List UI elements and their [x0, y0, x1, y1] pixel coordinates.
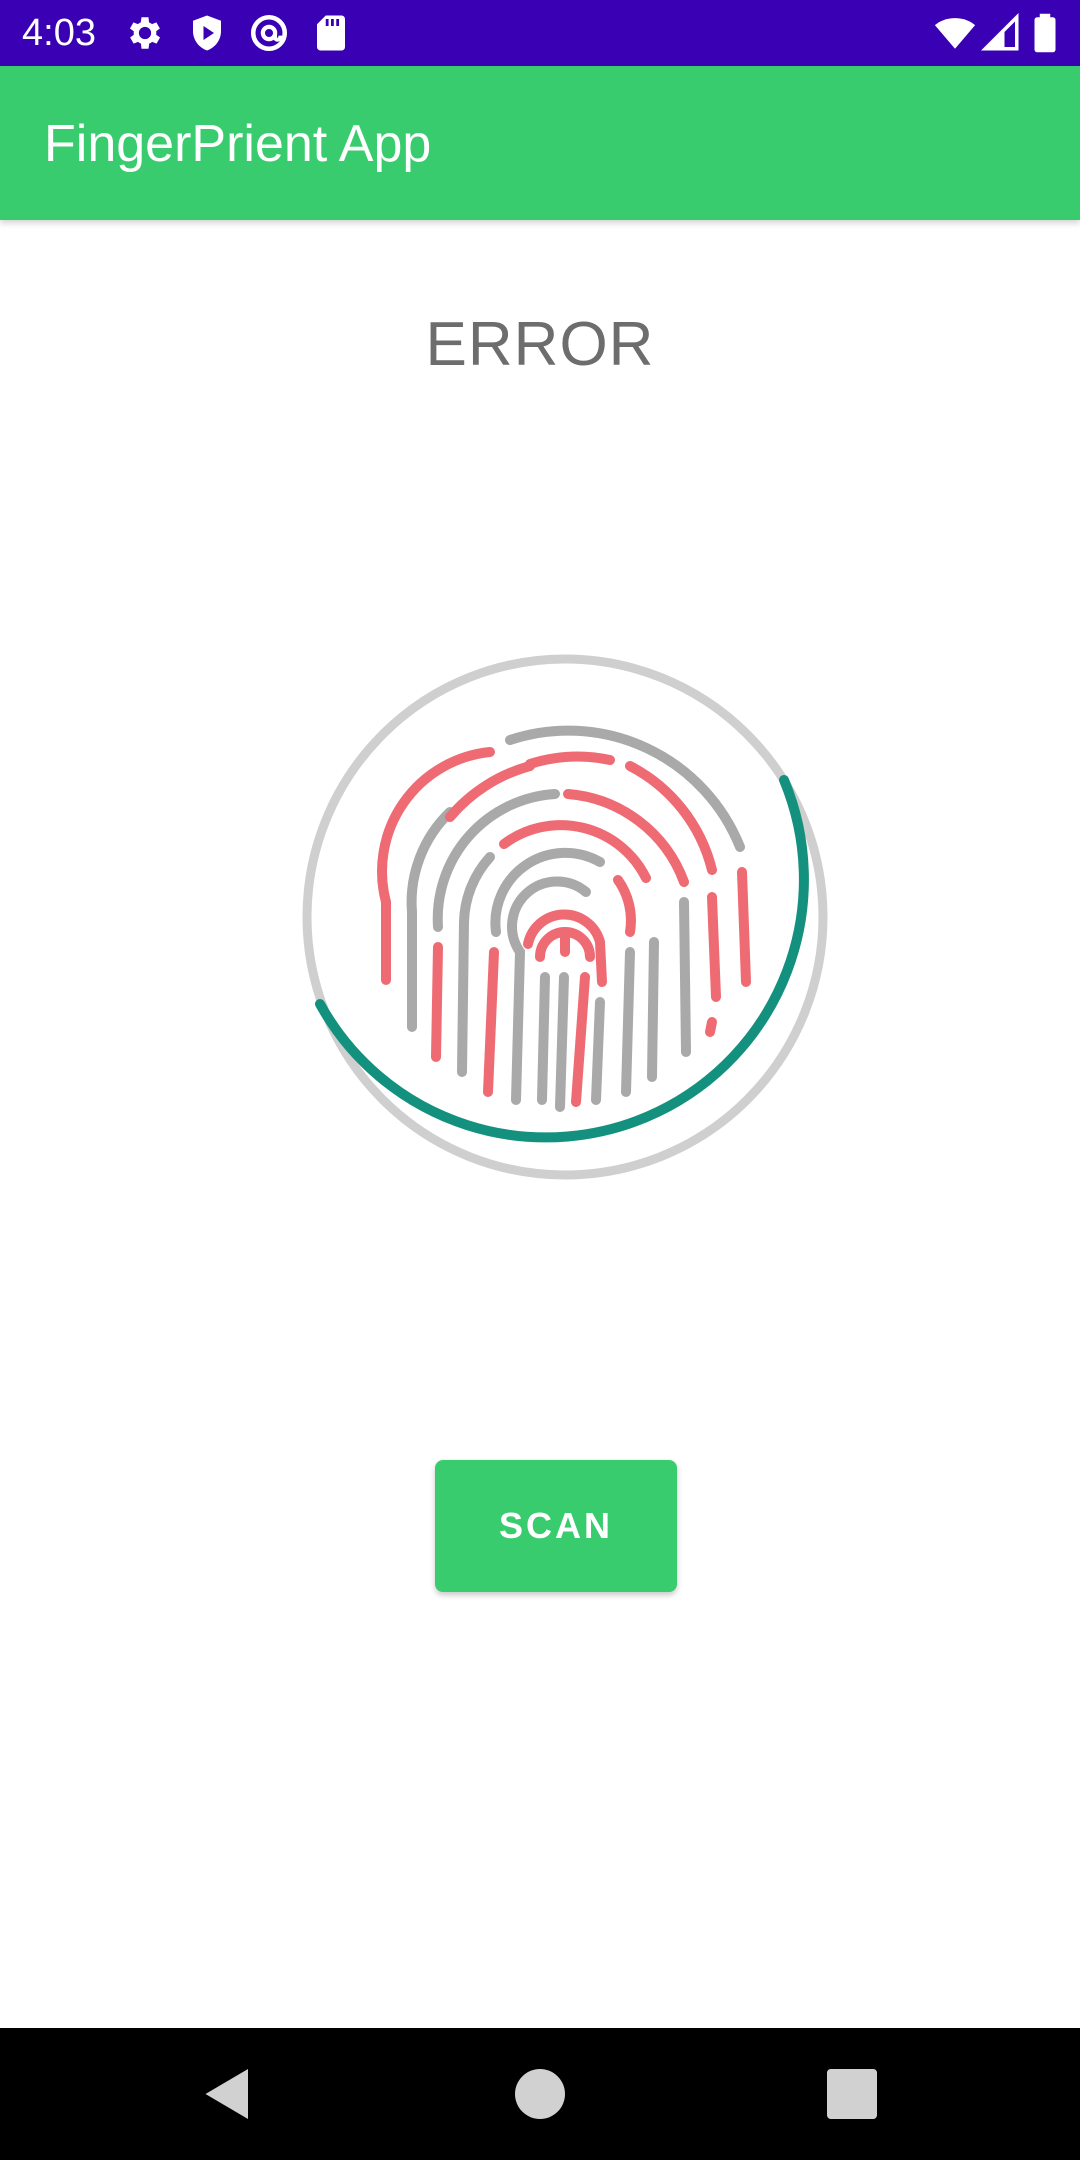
status-bar: 4:03	[0, 0, 1080, 66]
back-icon[interactable]	[198, 2064, 258, 2124]
app-title: FingerPrient App	[44, 115, 432, 173]
wifi-icon	[934, 12, 976, 54]
sd-card-icon	[310, 12, 352, 54]
scan-button[interactable]: SCAN	[435, 1460, 677, 1592]
navigation-bar	[0, 2028, 1080, 2160]
fingerprint-icon	[300, 652, 830, 1182]
home-icon[interactable]	[510, 2064, 570, 2124]
shield-play-icon	[186, 12, 228, 54]
status-time: 4:03	[22, 12, 96, 54]
app-bar: FingerPrient App	[0, 66, 1080, 220]
scan-status-text: ERROR	[425, 310, 655, 379]
recents-icon[interactable]	[822, 2064, 882, 2124]
screen: 4:03 FingerPrient App ERROR SCAN	[0, 0, 1080, 2160]
signal-icon	[980, 12, 1022, 54]
at-sign-icon	[248, 12, 290, 54]
gear-icon	[124, 12, 166, 54]
battery-icon	[1030, 12, 1060, 54]
